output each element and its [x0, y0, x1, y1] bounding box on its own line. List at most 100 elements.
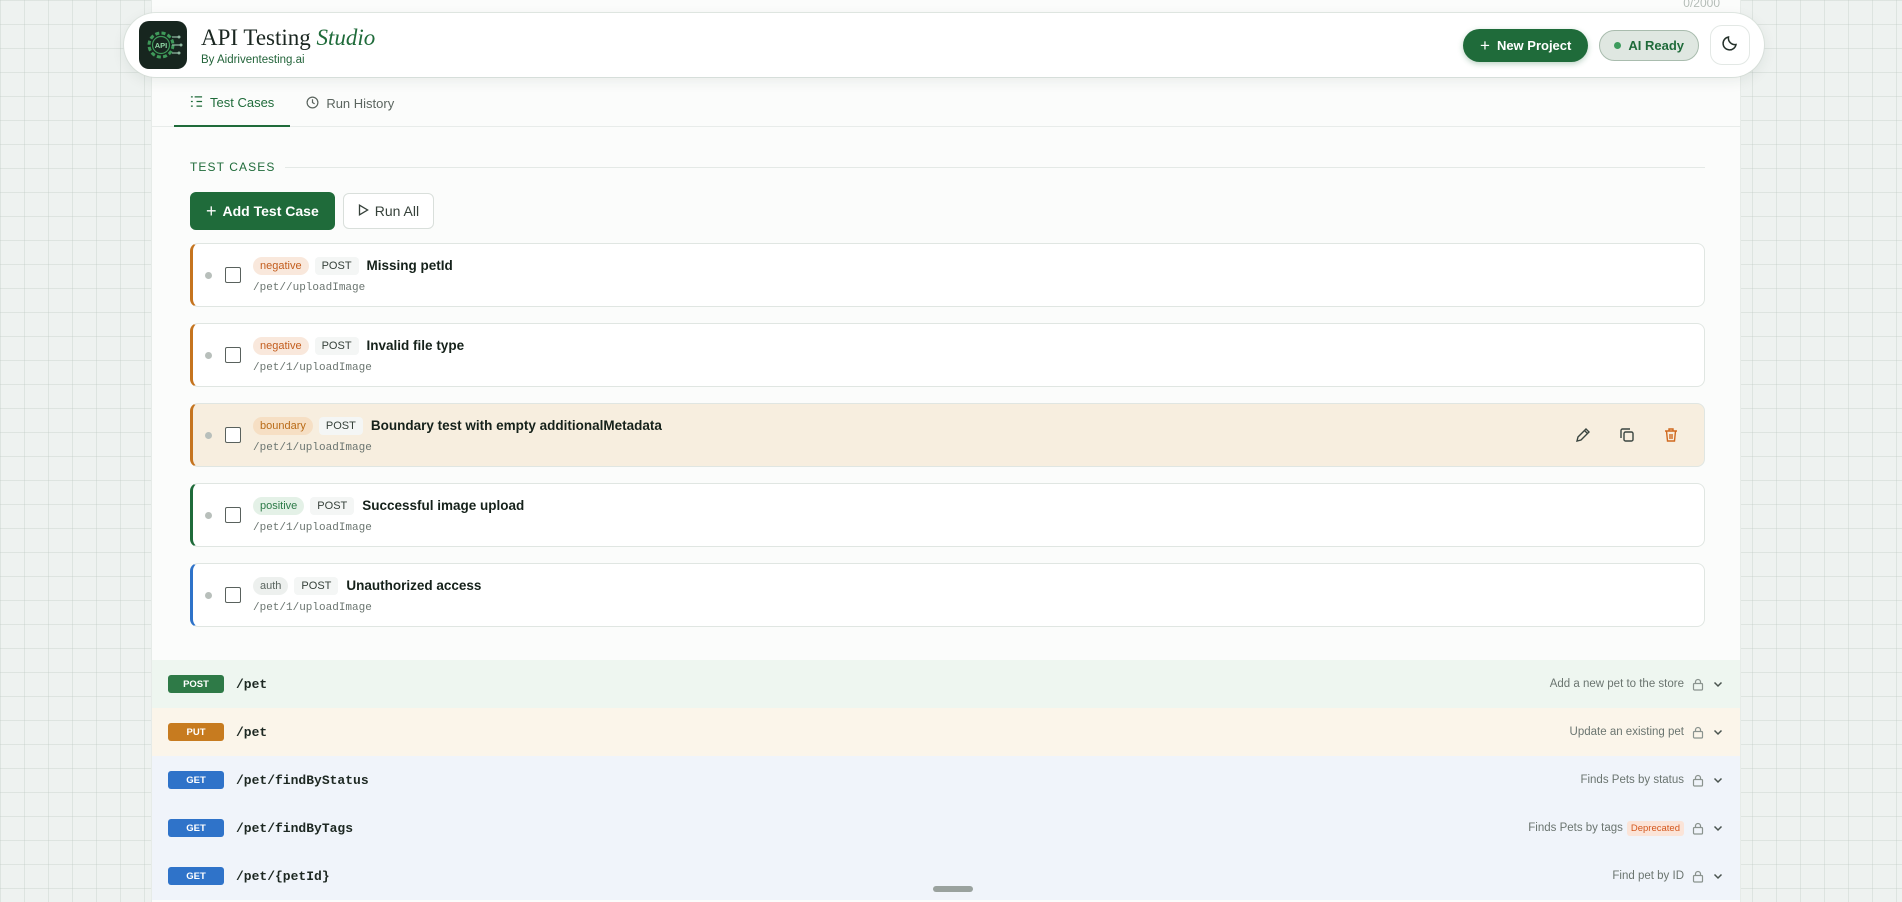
endpoint-path: /pet — [236, 724, 268, 740]
method-badge: GET — [168, 771, 224, 789]
endpoint-summary: Find pet by ID — [1612, 870, 1684, 882]
status-dot-icon — [205, 351, 212, 359]
lock-icon[interactable] — [1692, 870, 1704, 883]
run-all-button[interactable]: Run All — [342, 193, 435, 229]
endpoint-meta: Find pet by ID — [1612, 870, 1724, 883]
tab-run-history[interactable]: Run History — [290, 80, 410, 127]
endpoint-row[interactable]: PUT /pet Update an existing pet — [152, 708, 1740, 756]
test-case-info: negative POST Missing petId /pet//upload… — [253, 256, 453, 294]
test-case-checkbox[interactable] — [225, 427, 241, 443]
brand: API Testing Studio By Aidriventesting.ai — [201, 25, 375, 66]
lock-icon[interactable] — [1692, 822, 1704, 835]
app-title: API Testing Studio — [201, 25, 375, 51]
add-test-case-label: Add Test Case — [222, 203, 319, 219]
char-count: 0/2000 — [1683, 0, 1720, 10]
divider — [285, 166, 1705, 168]
test-case-info: boundary POST Boundary test with empty a… — [253, 416, 662, 454]
theme-toggle-button[interactable] — [1710, 25, 1750, 65]
main-panel: 0/2000 Test Cases Run History TEST CASES… — [151, 0, 1741, 902]
method-chip: POST — [314, 336, 359, 355]
chevron-down-icon[interactable] — [1712, 870, 1724, 882]
duplicate-icon[interactable] — [1618, 426, 1636, 444]
status-dot-icon — [205, 271, 212, 279]
category-tag: boundary — [253, 416, 313, 435]
play-icon — [358, 203, 369, 219]
new-project-button[interactable]: + New Project — [1463, 28, 1589, 62]
run-all-label: Run All — [374, 203, 420, 219]
endpoint-meta: Update an existing pet — [1570, 726, 1724, 739]
category-tag: negative — [253, 256, 309, 275]
method-chip: POST — [294, 576, 339, 595]
chevron-down-icon[interactable] — [1712, 726, 1724, 738]
new-project-label: New Project — [1496, 37, 1572, 53]
test-case-info: positive POST Successful image upload /p… — [253, 496, 525, 534]
endpoint-meta: Finds Pets by tags Deprecated — [1528, 820, 1724, 836]
endpoint-path: /pet/findByStatus — [236, 772, 369, 788]
chevron-down-icon[interactable] — [1712, 822, 1724, 834]
test-case-checkbox[interactable] — [225, 347, 241, 363]
test-case-path: /pet/1/uploadImage — [253, 361, 372, 374]
test-case-header: negative POST Missing petId — [253, 256, 453, 275]
endpoint-summary: Update an existing pet — [1569, 726, 1684, 738]
lock-icon[interactable] — [1692, 678, 1704, 691]
test-case-row[interactable]: negative POST Missing petId /pet//upload… — [190, 243, 1705, 307]
moon-icon — [1721, 34, 1739, 57]
endpoint-list: POST /pet Add a new pet to the store PUT… — [152, 660, 1740, 900]
tab-bar: Test Cases Run History — [152, 80, 1740, 127]
endpoint-path: /pet/{petId} — [236, 868, 330, 884]
method-chip: POST — [314, 256, 359, 275]
test-case-toolbar: + Add Test Case Run All — [190, 192, 435, 230]
test-case-checkbox[interactable] — [225, 267, 241, 283]
test-case-row[interactable]: auth POST Unauthorized access /pet/1/upl… — [190, 563, 1705, 627]
test-case-path: /pet/1/uploadImage — [253, 601, 372, 614]
test-case-title: Unauthorized access — [346, 578, 482, 593]
delete-icon[interactable] — [1662, 426, 1680, 444]
app-title-text: API Testing — [201, 24, 311, 50]
test-case-path: /pet//uploadImage — [253, 281, 366, 294]
section-title-text: TEST CASES — [190, 160, 276, 174]
test-case-info: auth POST Unauthorized access /pet/1/upl… — [253, 576, 482, 614]
tab-test-cases[interactable]: Test Cases — [174, 80, 291, 127]
test-case-row[interactable]: negative POST Invalid file type /pet/1/u… — [190, 323, 1705, 387]
test-case-title: Invalid file type — [366, 338, 465, 353]
drag-handle[interactable] — [933, 886, 973, 892]
endpoint-summary: Add a new pet to the store — [1549, 678, 1684, 690]
test-case-row[interactable]: boundary POST Boundary test with empty a… — [190, 403, 1705, 467]
status-dot-icon — [205, 591, 212, 599]
test-case-row[interactable]: positive POST Successful image upload /p… — [190, 483, 1705, 547]
endpoint-row[interactable]: POST /pet Add a new pet to the store — [152, 660, 1740, 708]
test-case-title: Successful image upload — [362, 498, 525, 513]
app-subtitle: By Aidriventesting.ai — [201, 53, 305, 66]
test-case-header: auth POST Unauthorized access — [253, 576, 482, 595]
method-badge: POST — [168, 675, 224, 693]
edit-icon[interactable] — [1574, 426, 1592, 444]
endpoint-row[interactable]: GET /pet/findByStatus Finds Pets by stat… — [152, 756, 1740, 804]
endpoint-path: /pet — [236, 676, 268, 692]
lock-icon[interactable] — [1692, 774, 1704, 787]
test-case-path: /pet/1/uploadImage — [253, 521, 372, 534]
chevron-down-icon[interactable] — [1712, 774, 1724, 786]
method-badge: GET — [168, 819, 224, 837]
deprecated-badge: Deprecated — [1626, 820, 1684, 836]
endpoint-row[interactable]: GET /pet/{petId} Find pet by ID — [152, 852, 1740, 900]
plus-icon: + — [1480, 35, 1490, 55]
chevron-down-icon[interactable] — [1712, 678, 1724, 690]
test-case-title: Boundary test with empty additionalMetad… — [370, 418, 662, 433]
tab-label: Run History — [326, 96, 395, 111]
test-case-checkbox[interactable] — [225, 587, 241, 603]
endpoint-meta: Finds Pets by status — [1580, 774, 1724, 787]
endpoint-row[interactable]: GET /pet/findByTags Finds Pets by tags D… — [152, 804, 1740, 852]
status-dot-icon — [1614, 41, 1622, 49]
category-tag: positive — [253, 496, 305, 515]
test-case-list: negative POST Missing petId /pet//upload… — [190, 243, 1705, 643]
test-case-checkbox[interactable] — [225, 507, 241, 523]
test-case-header: negative POST Invalid file type — [253, 336, 465, 355]
lock-icon[interactable] — [1692, 726, 1704, 739]
test-case-header: boundary POST Boundary test with empty a… — [253, 416, 662, 435]
ai-status-label: AI Ready — [1628, 37, 1684, 53]
section-title: TEST CASES — [190, 160, 1705, 174]
add-test-case-button[interactable]: + Add Test Case — [190, 192, 335, 230]
category-tag: negative — [253, 336, 309, 355]
list-icon — [190, 95, 203, 111]
svg-text:API: API — [155, 41, 168, 50]
